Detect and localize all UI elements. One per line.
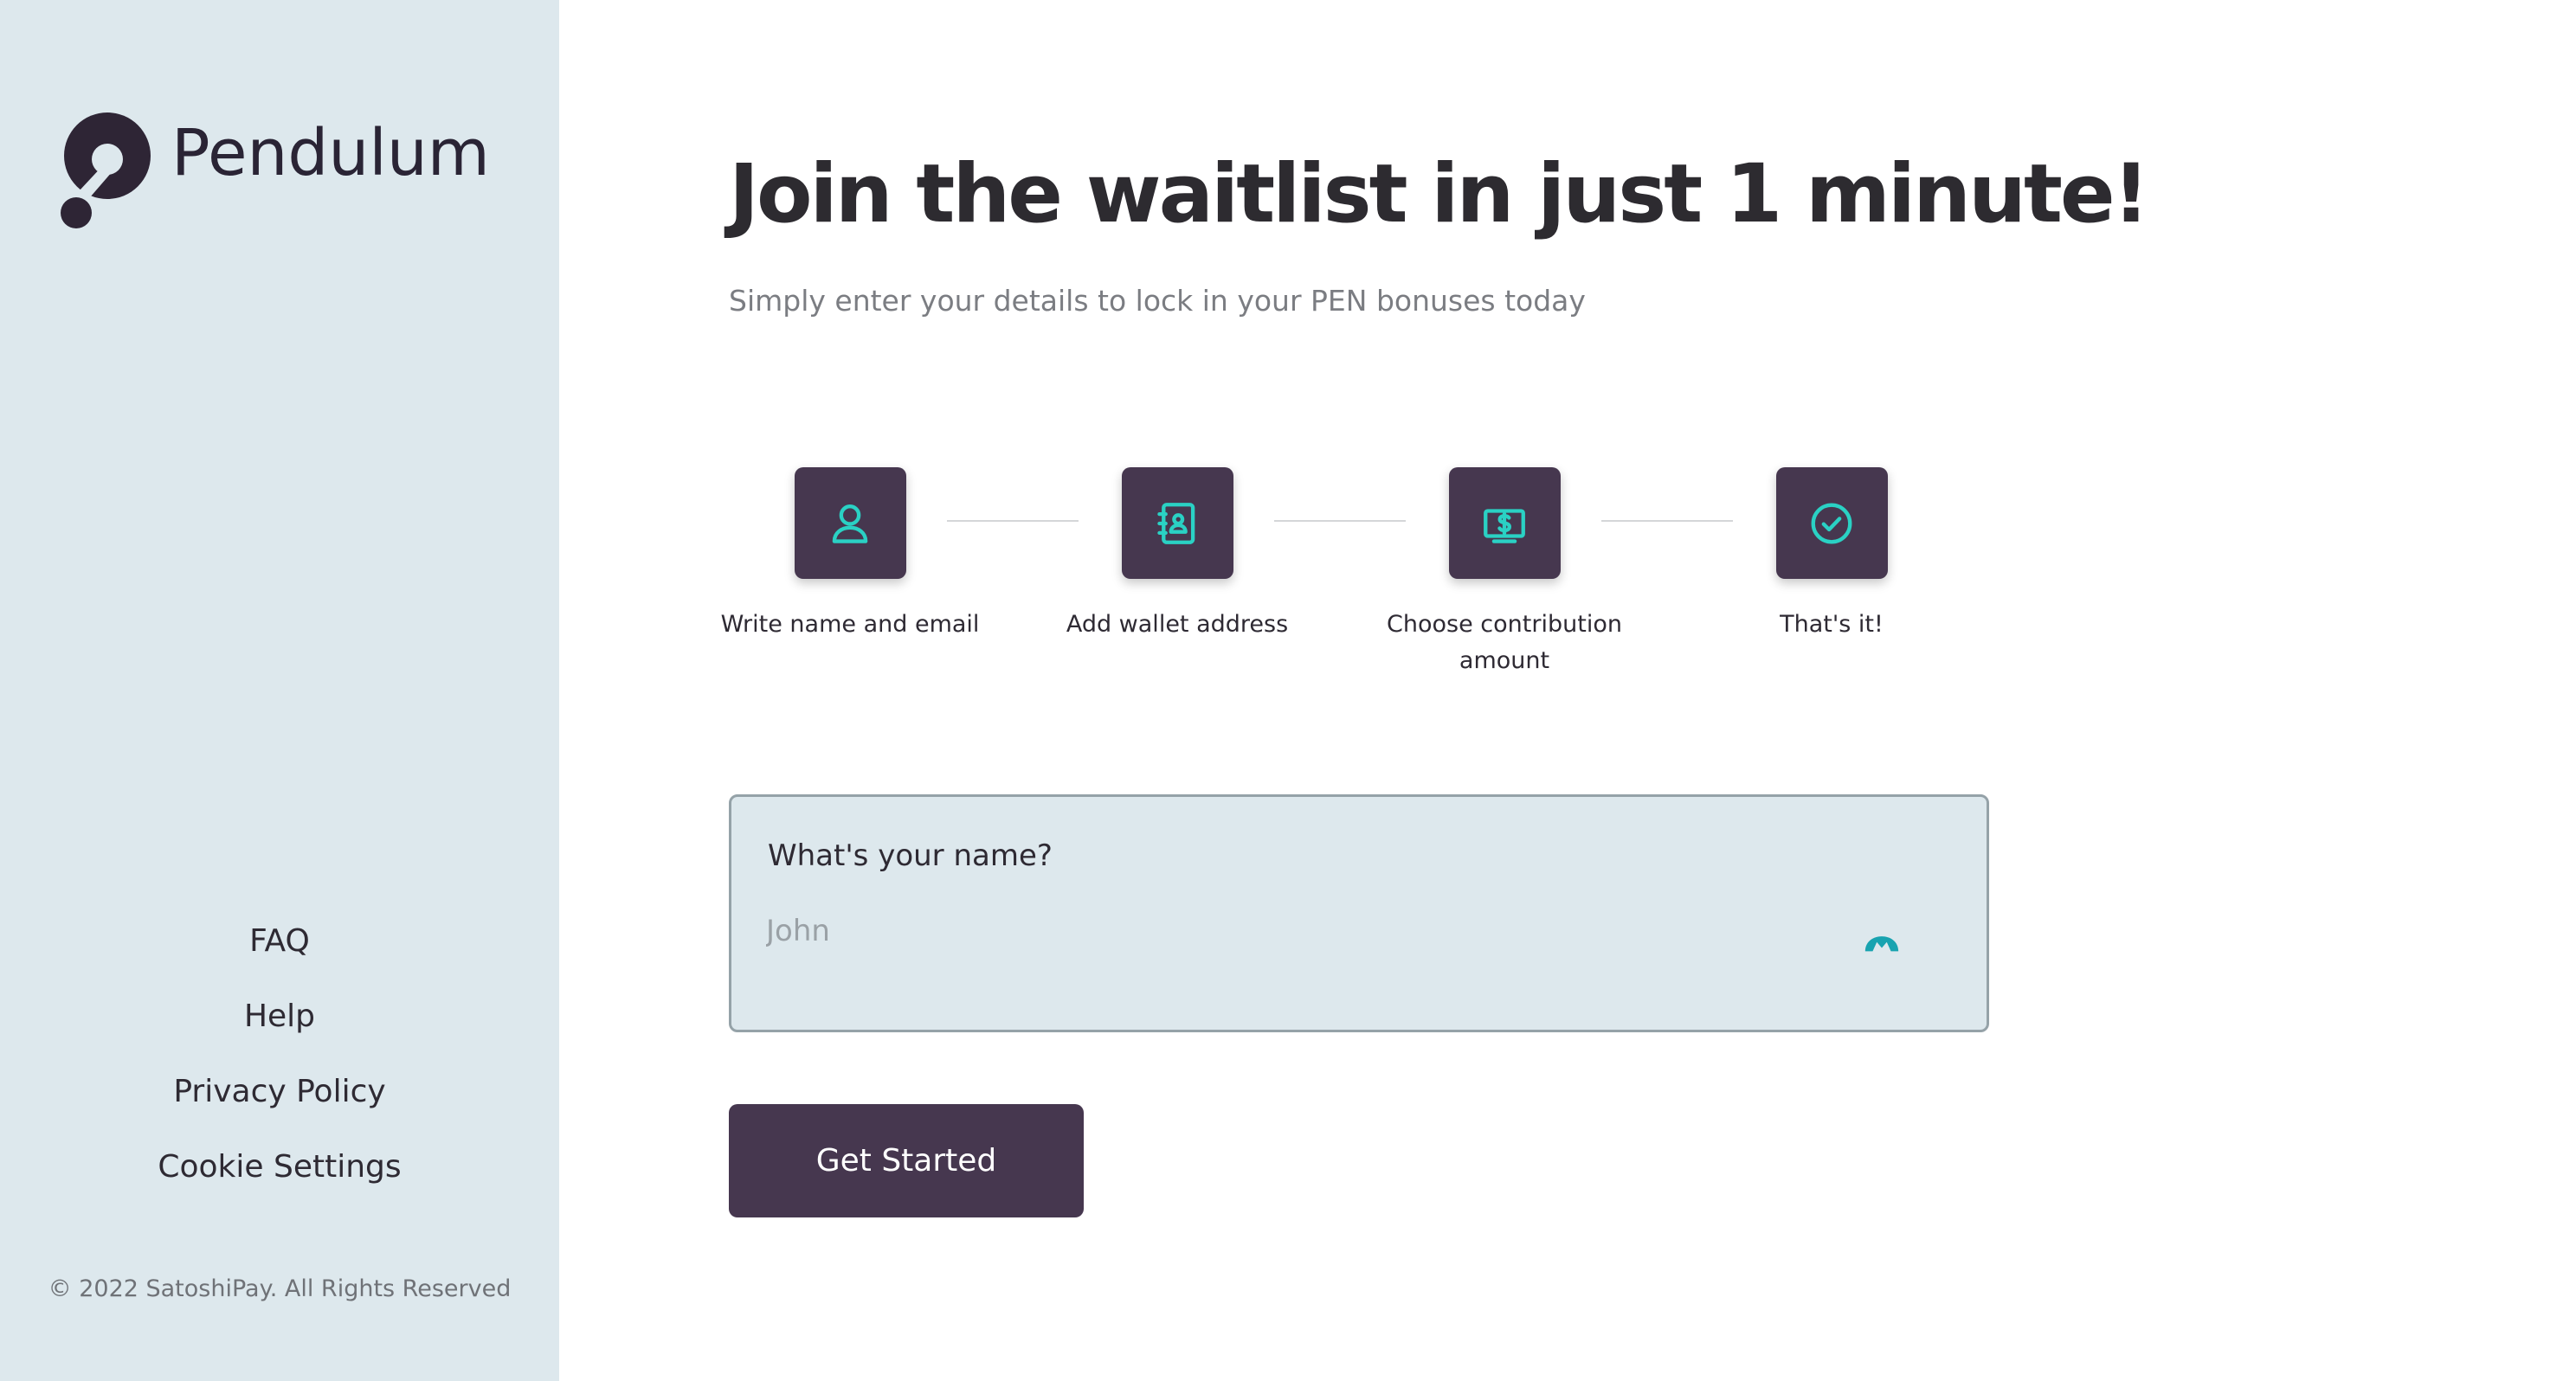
name-input[interactable] (766, 905, 1891, 957)
step-label: Add wallet address (1066, 611, 1289, 638)
sidebar-footer-nav: FAQ Help Privacy Policy Cookie Settings (0, 909, 559, 1210)
check-circle-icon (1811, 503, 1852, 543)
name-form-card: What's your name? (729, 794, 1989, 1032)
main-content: Join the waitlist in just 1 minute! Simp… (559, 0, 2576, 1381)
step-label: That's it! (1780, 611, 1884, 638)
pendulum-logo-icon (61, 112, 151, 228)
privacy-policy-link[interactable]: Privacy Policy (173, 1059, 385, 1134)
help-link[interactable]: Help (244, 984, 315, 1059)
page-title: Join the waitlist in just 1 minute! (729, 147, 2150, 241)
name-field-label: What's your name? (768, 838, 1053, 873)
brand-name: Pendulum (171, 116, 490, 190)
get-started-button[interactable]: Get Started (729, 1104, 1084, 1217)
step-label: Choose contribution amount (1387, 611, 1622, 674)
sidebar: Pendulum FAQ Help Privacy Policy Cookie … (0, 0, 559, 1381)
step-label: Write name and email (720, 611, 980, 638)
step-add-wallet: Add wallet address (1047, 467, 1307, 643)
faq-link[interactable]: FAQ (249, 909, 310, 984)
step-write-name-email: Write name and email (720, 467, 980, 643)
dollar-bill-icon (1484, 508, 1525, 543)
step-tile (794, 467, 906, 579)
user-icon (832, 504, 868, 543)
step-choose-contribution: Choose contribution amount (1375, 467, 1634, 679)
step-tile (1121, 467, 1233, 579)
cookie-settings-link[interactable]: Cookie Settings (158, 1134, 401, 1210)
page-subtitle: Simply enter your details to lock in you… (729, 284, 1586, 318)
step-tile (1775, 467, 1888, 579)
password-manager-icon[interactable] (1862, 918, 1902, 958)
brand-logo[interactable]: Pendulum (61, 111, 490, 232)
contact-book-icon (1157, 502, 1195, 544)
copyright-text: © 2022 SatoshiPay. All Rights Reserved (48, 1275, 512, 1302)
step-thats-it: That's it! (1702, 467, 1961, 643)
step-tile (1448, 467, 1561, 579)
